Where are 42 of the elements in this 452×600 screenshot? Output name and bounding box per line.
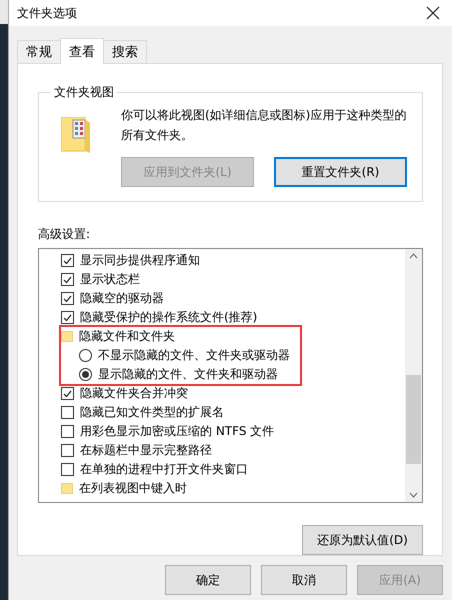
setting-label: 隐藏文件夹合并冲突 <box>80 385 188 402</box>
folder-button[interactable]: 重置文件夹(R) <box>274 157 407 187</box>
tab[interactable]: 搜索 <box>103 40 147 63</box>
setting-label: 隐藏已知文件类型的扩展名 <box>80 404 224 421</box>
radio-button[interactable] <box>79 349 92 362</box>
checkbox[interactable] <box>61 387 74 400</box>
setting-label: 不显示隐藏的文件、文件夹或驱动器 <box>98 347 290 364</box>
advanced-label: 高级设置: <box>38 226 92 243</box>
setting-label: 在单独的进程中打开文件夹窗口 <box>80 461 248 478</box>
scroll-down-icon[interactable] <box>409 492 418 498</box>
dialog-button[interactable]: 确定 <box>165 565 251 595</box>
checkbox[interactable] <box>61 254 74 267</box>
setting-label: 显示同步提供程序通知 <box>80 252 200 269</box>
folder-icon <box>61 483 73 494</box>
setting-label: 隐藏文件和文件夹 <box>79 328 175 345</box>
scroll-up-icon[interactable] <box>409 253 418 259</box>
checkbox[interactable] <box>61 273 74 286</box>
setting-label: 在列表视图中键入时 <box>79 480 187 497</box>
checkbox[interactable] <box>61 292 74 305</box>
radio-button[interactable] <box>79 368 92 381</box>
checkbox[interactable] <box>61 444 74 457</box>
scrollbar[interactable] <box>405 249 422 502</box>
folder-icon <box>61 117 91 153</box>
tab[interactable]: 常规 <box>17 40 61 63</box>
description-text: 你可以将此视图(如详细信息或图标)应用于这种类型的所有文件夹。 <box>121 107 408 144</box>
setting-label: 隐藏空的驱动器 <box>80 290 164 307</box>
checkbox[interactable] <box>61 425 74 438</box>
tab[interactable]: 查看 <box>60 38 104 64</box>
window-title: 文件夹选项 <box>17 4 77 22</box>
folder-icon <box>61 331 73 342</box>
close-icon[interactable] <box>426 6 440 20</box>
group-title: 文件夹视图 <box>53 84 115 101</box>
setting-label: 用彩色显示加密或压缩的 NTFS 文件 <box>80 423 274 440</box>
setting-label: 显示状态栏 <box>80 271 140 288</box>
setting-label: 隐藏受保护的操作系统文件(推荐) <box>80 309 258 326</box>
setting-label: 显示隐藏的文件、文件夹和驱动器 <box>98 366 278 383</box>
checkbox[interactable] <box>61 311 74 324</box>
restore-defaults-button[interactable]: 还原为默认值(D) <box>302 525 423 555</box>
checkbox[interactable] <box>61 463 74 476</box>
checkbox[interactable] <box>61 406 74 419</box>
dialog-button[interactable]: 取消 <box>261 565 347 595</box>
setting-label: 在标题栏中显示完整路径 <box>80 442 212 459</box>
